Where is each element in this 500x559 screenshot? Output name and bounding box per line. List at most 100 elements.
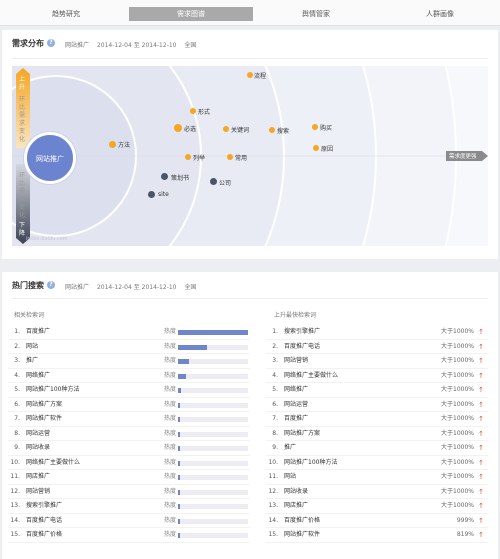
list-item[interactable]: 2. 百度推广电话 大于1000% ↑ xyxy=(266,340,488,355)
node-label[interactable]: 购买 xyxy=(320,123,332,132)
row-divider xyxy=(266,541,488,543)
node-label[interactable]: 必选 xyxy=(184,124,196,133)
row-keyword[interactable]: 推广 xyxy=(284,441,296,456)
list-item[interactable]: 2. 网站 热度 xyxy=(8,340,250,355)
list-item[interactable]: 14. 百度推广价格 999% ↑ xyxy=(266,514,488,529)
row-keyword[interactable]: 网络推广 xyxy=(26,369,50,384)
node-label[interactable]: 策划书 xyxy=(171,173,189,182)
list-item[interactable]: 4. 网络推广 热度 xyxy=(8,369,250,384)
row-keyword[interactable]: 百度推广电话 xyxy=(26,514,62,529)
node-dot[interactable] xyxy=(190,108,196,114)
row-keyword[interactable]: 百度推广 xyxy=(26,325,50,340)
list-item[interactable]: 3. 网站营销 大于1000% ↑ xyxy=(266,354,488,369)
list-item[interactable]: 15. 百度推广价格 热度 xyxy=(8,528,250,543)
row-keyword[interactable]: 网站运营 xyxy=(284,398,308,413)
list-item[interactable]: 13. 搜索引擎推广 热度 xyxy=(8,499,250,514)
hot-bar xyxy=(178,431,248,437)
node-dot[interactable] xyxy=(269,127,275,133)
row-keyword[interactable]: 百度推广价格 xyxy=(26,528,62,543)
node-dot[interactable] xyxy=(174,124,182,132)
list-item[interactable]: 5. 网站推广100种方法 热度 xyxy=(8,383,250,398)
list-item[interactable]: 5. 网络推广 大于1000% ↑ xyxy=(266,383,488,398)
list-item[interactable]: 11. 网站 大于1000% ↑ xyxy=(266,470,488,485)
list-item[interactable]: 6. 网站运营 大于1000% ↑ xyxy=(266,398,488,413)
node-label[interactable]: 形式 xyxy=(198,107,210,116)
list-item[interactable]: 12. 网站收录 大于1000% ↑ xyxy=(266,485,488,500)
list-item[interactable]: 9. 网站收录 热度 xyxy=(8,441,250,456)
node-label[interactable]: 常用 xyxy=(235,153,247,162)
list-item[interactable]: 4. 网络推广主要做什么 大于1000% ↑ xyxy=(266,369,488,384)
node-dot[interactable] xyxy=(185,154,191,160)
node-dot[interactable] xyxy=(312,124,318,130)
tab-audience[interactable]: 人群画像 xyxy=(378,7,500,21)
list-item[interactable]: 12. 网站营销 热度 xyxy=(8,485,250,500)
list-item[interactable]: 8. 网站推广方案 大于1000% ↑ xyxy=(266,427,488,442)
row-keyword[interactable]: 网络推广主要做什么 xyxy=(284,369,338,384)
list-item[interactable]: 11. 网店推广 热度 xyxy=(8,470,250,485)
node-label[interactable]: 流程 xyxy=(254,71,266,80)
list-item[interactable]: 7. 百度推广 大于1000% ↑ xyxy=(266,412,488,427)
row-keyword[interactable]: 推广 xyxy=(26,354,38,369)
node-dot[interactable] xyxy=(109,141,116,148)
row-keyword[interactable]: 网站推广软件 xyxy=(26,412,62,427)
row-keyword[interactable]: 网站收录 xyxy=(284,485,308,500)
row-keyword[interactable]: 网站推广方案 xyxy=(284,427,320,442)
tab-trend-research[interactable]: 趋势研究 xyxy=(4,7,128,21)
node-dot[interactable] xyxy=(227,154,233,160)
list-item[interactable]: 7. 网站推广软件 热度 xyxy=(8,412,250,427)
demand-region[interactable]: 全国 xyxy=(184,42,196,49)
row-keyword[interactable]: 网站推广100种方法 xyxy=(26,383,79,398)
row-keyword[interactable]: 搜索引擎推广 xyxy=(284,325,320,340)
row-keyword[interactable]: 网站 xyxy=(26,340,38,355)
row-keyword[interactable]: 网络推广 xyxy=(284,383,308,398)
list-item[interactable]: 15. 网站推广软件 819% ↑ xyxy=(266,528,488,543)
row-keyword[interactable]: 网络推广主要做什么 xyxy=(26,456,80,471)
node-dot[interactable] xyxy=(148,191,155,198)
tab-sentiment[interactable]: 舆情管家 xyxy=(254,7,378,21)
row-keyword[interactable]: 搜索引擎推广 xyxy=(26,499,62,514)
list-item[interactable]: 3. 推广 热度 xyxy=(8,354,250,369)
row-keyword[interactable]: 网站 xyxy=(284,470,296,485)
row-keyword[interactable]: 网站推广方案 xyxy=(26,398,62,413)
node-dot[interactable] xyxy=(247,72,253,78)
hot-bar xyxy=(178,489,248,495)
list-item[interactable]: 10. 网站推广100种方法 大于1000% ↑ xyxy=(266,456,488,471)
list-item[interactable]: 13. 网店推广 大于1000% ↑ xyxy=(266,499,488,514)
row-keyword[interactable]: 网站营销 xyxy=(26,485,50,500)
hot-bar xyxy=(178,359,248,364)
row-keyword[interactable]: 网店推广 xyxy=(26,470,50,485)
list-item[interactable]: 6. 网站推广方案 热度 xyxy=(8,398,250,413)
list-item[interactable]: 14. 百度推广电话 热度 xyxy=(8,514,250,529)
list-item[interactable]: 9. 推广 大于1000% ↑ xyxy=(266,441,488,456)
list-item[interactable]: 10. 网络推广主要做什么 热度 xyxy=(8,456,250,471)
hot-bar xyxy=(178,475,248,480)
row-keyword[interactable]: 网站推广软件 xyxy=(284,528,320,543)
row-keyword[interactable]: 百度推广电话 xyxy=(284,340,320,355)
list-item[interactable]: 1. 搜索引擎推广 大于1000% ↑ xyxy=(266,325,488,340)
row-keyword[interactable]: 网站收录 xyxy=(26,441,50,456)
node-label[interactable]: 列举 xyxy=(193,153,205,162)
node-dot[interactable] xyxy=(223,126,229,132)
list-item[interactable]: 1. 百度推广 热度 xyxy=(8,325,250,340)
node-label[interactable]: 原因 xyxy=(321,144,333,153)
row-keyword[interactable]: 百度推广 xyxy=(284,412,308,427)
node-dot[interactable] xyxy=(161,173,168,180)
node-label[interactable]: 搜索 xyxy=(277,126,289,135)
tab-demand-map[interactable]: 需求图谱 xyxy=(129,7,253,21)
node-label[interactable]: site xyxy=(158,191,169,198)
node-dot[interactable] xyxy=(210,178,217,185)
node-dot[interactable] xyxy=(313,145,319,151)
row-keyword[interactable]: 网站运营 xyxy=(26,427,50,442)
row-keyword[interactable]: 网店推广 xyxy=(284,499,308,514)
info-icon[interactable]: ? xyxy=(47,281,55,289)
node-label[interactable]: 关键词 xyxy=(231,125,249,134)
list-item[interactable]: 8. 网站运营 热度 xyxy=(8,427,250,442)
row-keyword[interactable]: 网站营销 xyxy=(284,354,308,369)
node-label[interactable]: 方法 xyxy=(118,140,130,149)
row-keyword[interactable]: 网站推广100种方法 xyxy=(284,456,337,471)
row-keyword[interactable]: 百度推广价格 xyxy=(284,514,320,529)
info-icon[interactable]: ? xyxy=(47,39,55,47)
hot-region[interactable]: 全国 xyxy=(184,284,196,291)
watermark: index.baidu.com xyxy=(26,236,68,242)
node-label[interactable]: 公司 xyxy=(219,178,231,187)
